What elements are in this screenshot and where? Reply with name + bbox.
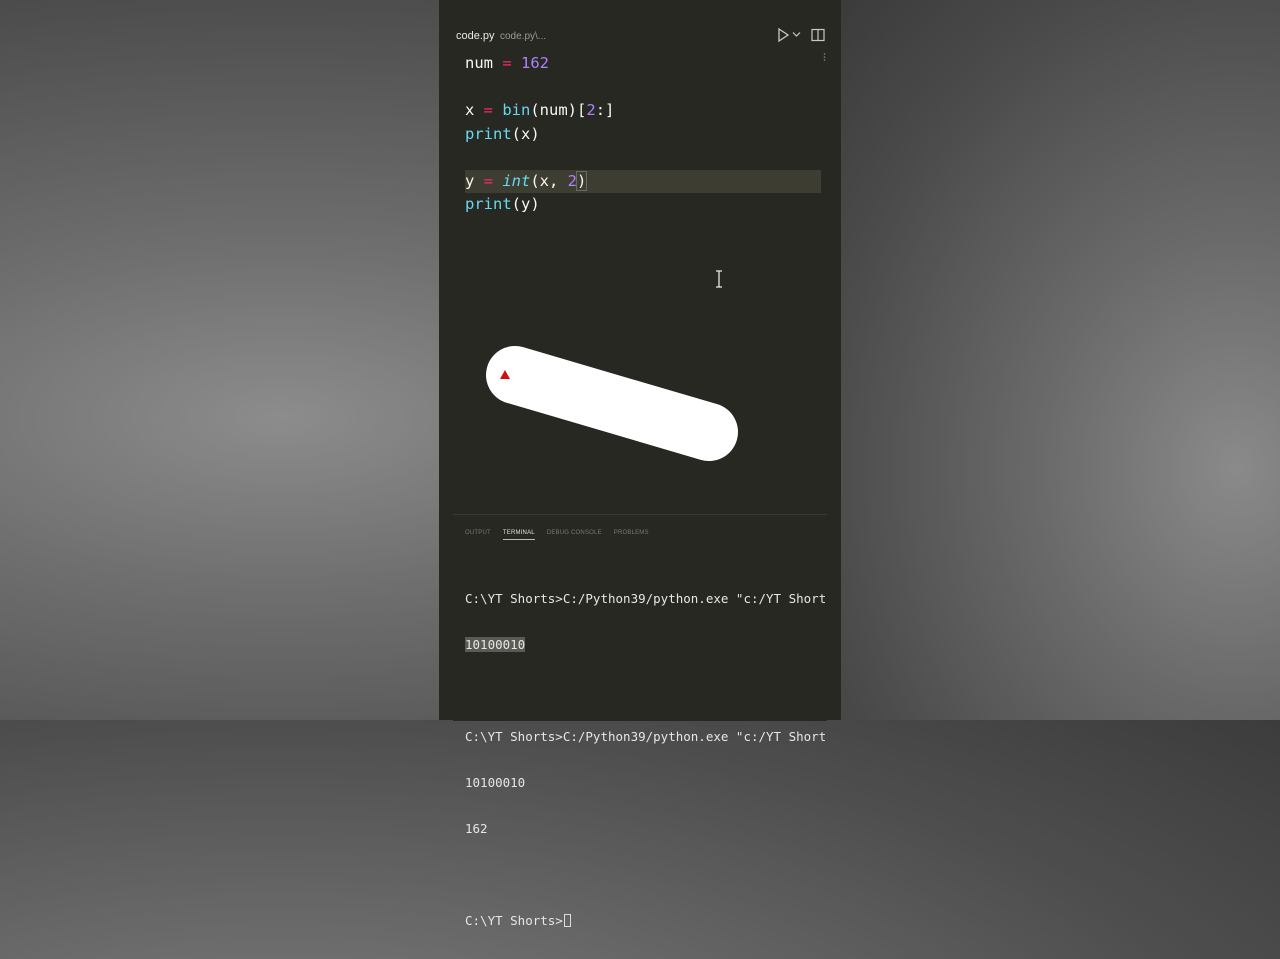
run-icon[interactable] [777, 28, 789, 42]
code-line-6-current: y = int(x, 2) [465, 169, 821, 193]
tab-output[interactable]: OUTPUT [465, 530, 491, 539]
terminal-output[interactable]: C:\YT Shorts>C:/Python39/python.exe "c:/… [465, 561, 825, 959]
text-cursor-icon [716, 270, 722, 288]
chevron-down-icon[interactable] [792, 31, 801, 38]
more-icon[interactable] [823, 52, 826, 64]
code-line-4: print(x) [465, 124, 540, 143]
terminal-line: 162 [465, 821, 488, 836]
terminal-line: 10100010 [465, 637, 526, 652]
background-right [841, 0, 1280, 720]
split-editor-icon[interactable] [811, 28, 825, 42]
tab-problems[interactable]: PROBLEMS [614, 530, 649, 539]
code-editor-window: code.py code.py\... num = 162 x = bin(nu… [439, 0, 841, 928]
tab-bar: code.py code.py\... [439, 24, 841, 50]
code-line-3: x = bin(num)[2:] [465, 101, 615, 119]
terminal-prompt-line: C:\YT Shorts> [465, 913, 825, 929]
code-line-1: num = 162 [465, 54, 549, 72]
bottom-panel: OUTPUT TERMINAL DEBUG CONSOLE PROBLEMS C:\Y… [453, 514, 827, 928]
tab-code-py[interactable]: code.py [456, 30, 495, 42]
terminal-line: C:\YT Shorts>C:/Python39/python.exe "c:/… [465, 729, 825, 744]
terminal-line: 10100010 [465, 775, 526, 790]
terminal-line: C:\YT Shorts>C:/Python39/python.exe "c:/… [465, 591, 825, 606]
white-brush-stroke [486, 346, 738, 461]
tab-debug-console[interactable]: DEBUG CONSOLE [547, 530, 602, 539]
code-area[interactable]: num = 162 x = bin(num)[2:] print(x) y = … [465, 52, 821, 217]
breadcrumb[interactable]: code.py\... [500, 31, 546, 42]
code-line-7: print(y) [465, 195, 540, 213]
tab-terminal[interactable]: TERMINAL [502, 530, 535, 540]
terminal-caret [563, 914, 571, 927]
panel-tabs: OUTPUT TERMINAL DEBUG CONSOLE PROBLEMS [465, 519, 661, 540]
